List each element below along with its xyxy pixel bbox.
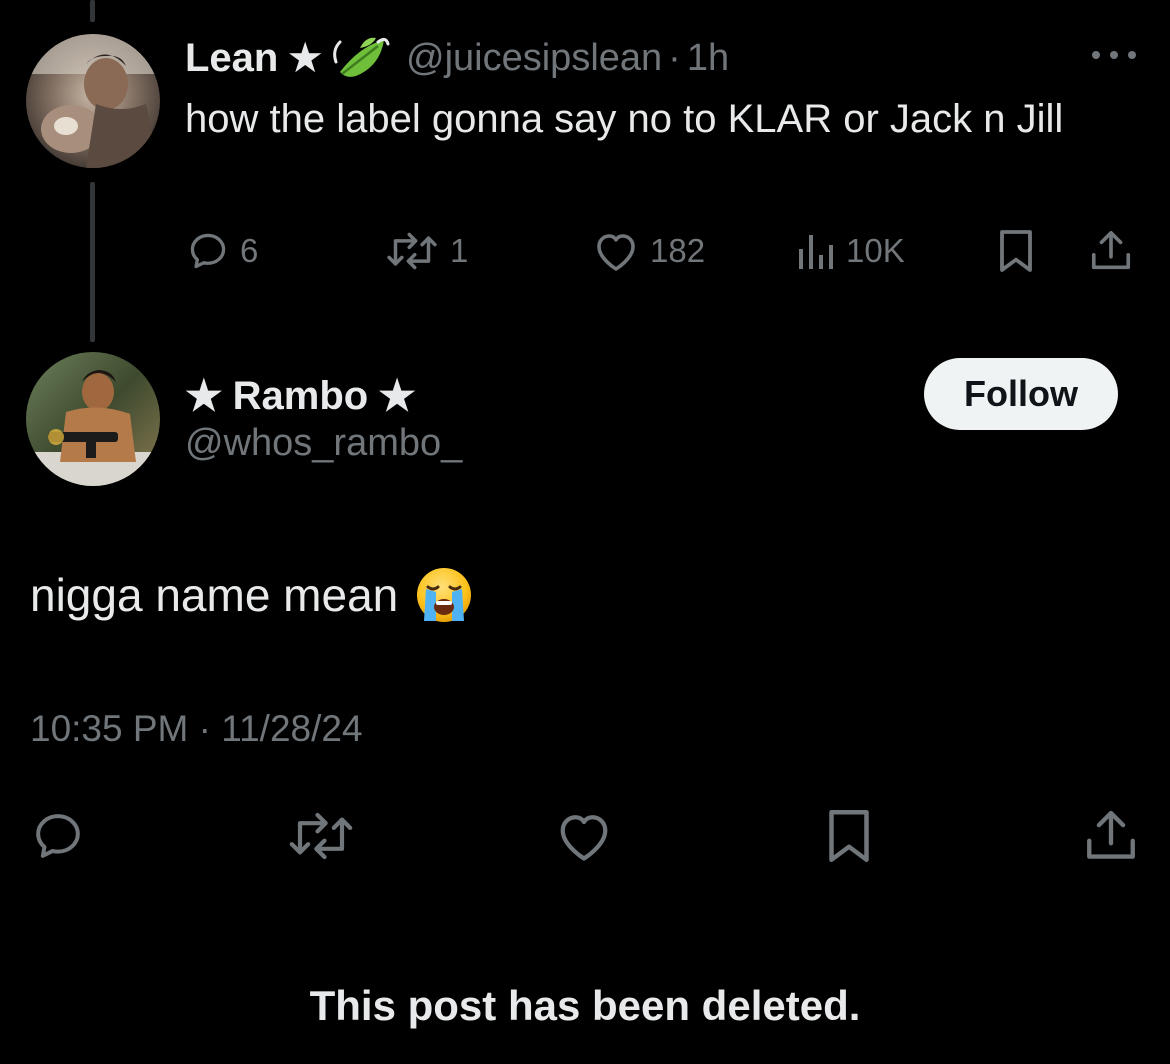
heart-icon	[597, 234, 635, 271]
share-icon	[1087, 810, 1135, 859]
bookmark-button[interactable]	[996, 226, 1036, 276]
reply-display-name[interactable]: Lean	[185, 36, 278, 81]
reply-action-bar: 6 1 182 10K	[0, 226, 1170, 276]
repost-button[interactable]: 1	[384, 226, 468, 276]
repost-icon	[387, 232, 437, 270]
repost-button[interactable]	[286, 808, 356, 864]
post-text: nigga name mean	[30, 569, 399, 621]
deleted-post-notice: This post has been deleted.	[309, 982, 861, 1029]
views-button[interactable]: 10K	[796, 226, 905, 276]
follow-button[interactable]: Follow	[924, 358, 1118, 430]
reply-count: 6	[240, 232, 259, 269]
avatar-image	[26, 352, 160, 486]
more-options-icon[interactable]	[1088, 40, 1140, 70]
bookmark-button[interactable]	[822, 808, 876, 864]
like-button[interactable]	[554, 808, 614, 864]
like-button[interactable]: 182	[592, 226, 705, 276]
reply-handle[interactable]: @juicesipslean	[406, 37, 662, 80]
star-icon: ★	[378, 372, 416, 419]
post-display-name-line[interactable]: ★ Rambo ★	[185, 370, 416, 422]
post-text-container: nigga name mean	[30, 565, 474, 625]
post-handle[interactable]: @whos_rambo_	[185, 422, 462, 465]
share-button[interactable]	[1082, 808, 1140, 864]
loudly-crying-face-icon	[417, 568, 472, 622]
separator-dot: ·	[668, 36, 681, 79]
like-count: 182	[650, 232, 706, 269]
reply-time-ago[interactable]: 1h	[687, 37, 729, 80]
star-icon: ★	[286, 34, 325, 81]
reply-avatar[interactable]	[26, 34, 160, 168]
reply-button[interactable]: 6	[186, 226, 258, 276]
reply-button[interactable]	[28, 808, 88, 864]
heart-icon	[560, 815, 608, 861]
bookmark-icon	[829, 810, 869, 862]
share-button[interactable]	[1088, 226, 1134, 276]
reply-author-line: Lean ★ @juicesipslean · 1h	[185, 30, 729, 86]
view-count: 10K	[846, 232, 905, 269]
avatar-image	[26, 34, 160, 168]
post-display-name: Rambo	[232, 373, 369, 418]
post-avatar[interactable]	[26, 352, 160, 486]
comment-icon	[36, 814, 80, 858]
thread-connector-top	[90, 0, 95, 22]
comment-icon	[190, 233, 226, 269]
analytics-icon	[799, 235, 833, 269]
repost-count: 1	[450, 232, 469, 269]
reply-text: how the label gonna say no to KLAR or Ja…	[185, 97, 1064, 141]
share-icon	[1091, 230, 1131, 270]
leaf-icon	[333, 37, 390, 77]
star-icon: ★	[185, 372, 223, 419]
bookmark-icon	[1000, 230, 1032, 272]
repost-icon	[289, 812, 353, 860]
post-timestamp[interactable]: 10:35 PM · 11/28/24	[30, 708, 363, 750]
